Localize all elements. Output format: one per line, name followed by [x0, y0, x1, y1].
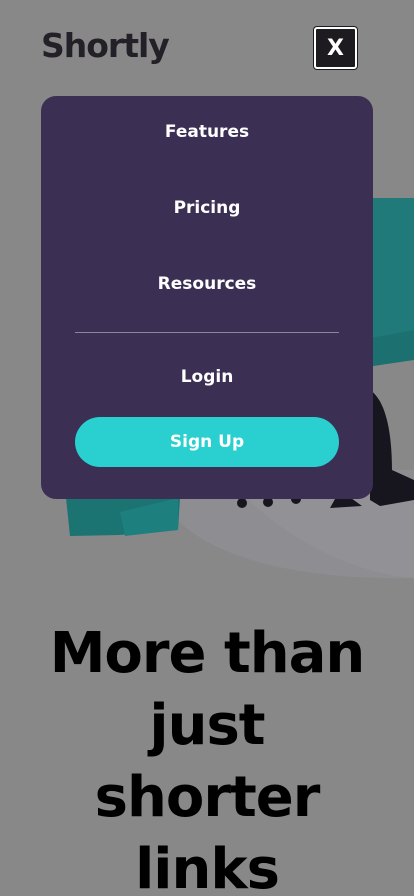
close-icon: X — [327, 35, 344, 61]
hero-title-line: links — [135, 837, 280, 896]
illustration-person-leg — [370, 390, 414, 506]
login-link[interactable]: Login — [41, 367, 373, 387]
menu-divider — [75, 332, 339, 333]
hero-title-line: just — [149, 693, 265, 758]
nav-link-resources[interactable]: Resources — [41, 274, 373, 294]
illustration-monitor-edge — [372, 198, 414, 348]
hero-title-line: shorter — [94, 765, 321, 830]
nav-link-features[interactable]: Features — [41, 122, 373, 142]
mobile-nav-menu: Features Pricing Resources Login Sign Up — [41, 96, 373, 499]
hero-title: More than just shorter links — [0, 618, 414, 896]
signup-button[interactable]: Sign Up — [75, 417, 339, 467]
logo[interactable]: Shortly — [41, 26, 170, 65]
close-menu-button[interactable]: X — [314, 27, 357, 69]
illustration-wheel — [237, 498, 247, 508]
hero-title-line: More than — [49, 621, 366, 686]
site-header: Shortly X — [0, 0, 414, 96]
nav-link-pricing[interactable]: Pricing — [41, 198, 373, 218]
